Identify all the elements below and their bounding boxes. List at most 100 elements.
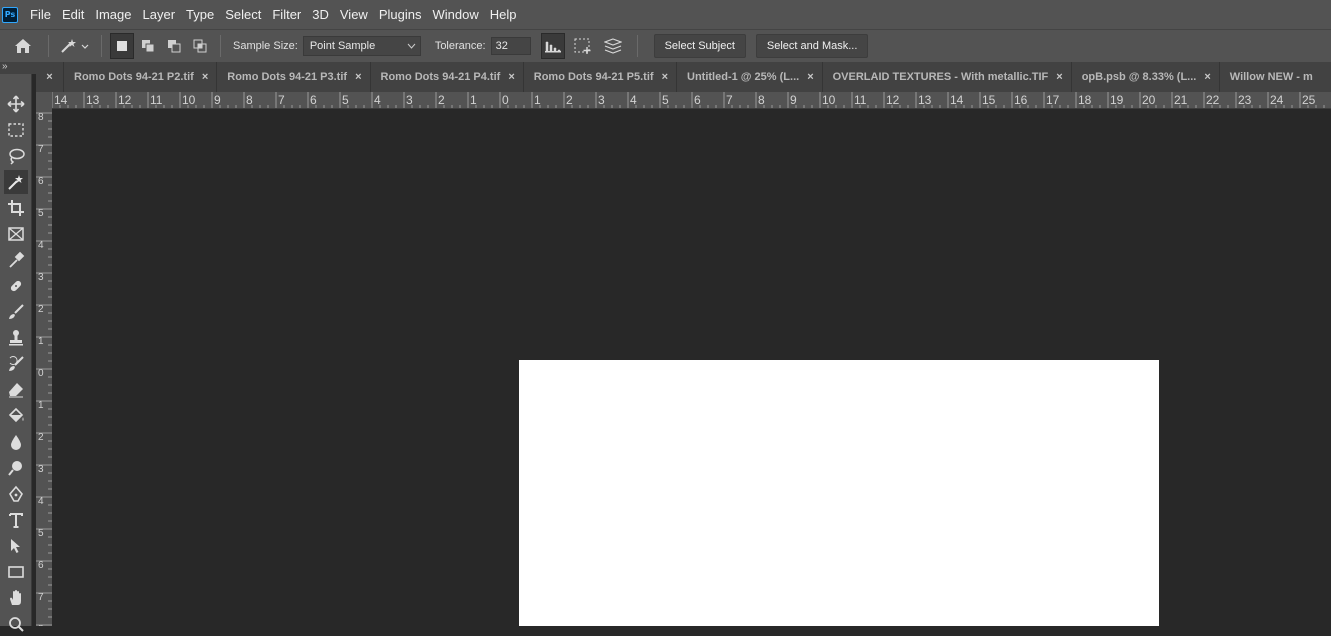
tools-panel	[0, 74, 32, 632]
ruler-label: 7	[38, 592, 44, 603]
sample-all-layers-toggle[interactable]	[601, 33, 625, 59]
menu-type[interactable]: Type	[186, 0, 214, 29]
ruler-label: 9	[214, 93, 221, 107]
menu-image[interactable]: Image	[95, 0, 131, 29]
eraser-icon[interactable]	[4, 378, 28, 402]
vertical-ruler[interactable]: 87654321012345678	[36, 109, 52, 626]
crop-icon[interactable]	[4, 196, 28, 220]
hand-icon[interactable]	[4, 586, 28, 610]
tolerance-label: Tolerance:	[434, 40, 486, 52]
contiguous-toggle[interactable]	[571, 33, 595, 59]
brush-icon[interactable]	[4, 300, 28, 324]
ruler-label: 12	[886, 93, 900, 107]
frame-icon[interactable]	[4, 222, 28, 246]
menu-layer[interactable]: Layer	[143, 0, 176, 29]
close-icon[interactable]: ×	[508, 71, 514, 83]
ruler-label: 24	[1270, 93, 1284, 107]
type-icon[interactable]	[4, 508, 28, 532]
magic-wand-icon[interactable]	[4, 170, 28, 194]
subtract-from-selection-mode-button[interactable]	[162, 33, 186, 59]
ruler-origin[interactable]	[36, 92, 52, 109]
move-icon[interactable]	[4, 92, 28, 116]
ruler-label: 4	[630, 93, 637, 107]
document-tab[interactable]: Romo Dots 94-21 P4.tif ×	[371, 62, 524, 92]
ruler-label: 13	[86, 93, 100, 107]
tool-preset-picker[interactable]	[57, 38, 93, 54]
close-icon[interactable]: ×	[202, 71, 208, 83]
ruler-label: 4	[374, 93, 381, 107]
document-tab[interactable]: Romo Dots 94-21 P5.tif ×	[524, 62, 677, 92]
ruler-label: 8	[38, 112, 44, 123]
menu-view[interactable]: View	[340, 0, 368, 29]
ruler-label: 6	[38, 176, 44, 187]
ruler-label: 2	[566, 93, 573, 107]
path-selection-icon[interactable]	[4, 534, 28, 558]
menu-window[interactable]: Window	[432, 0, 478, 29]
anti-alias-toggle[interactable]	[540, 33, 565, 59]
document-tab-partial[interactable]: ×	[36, 62, 64, 92]
collapse-toolbar-button[interactable]: »	[0, 62, 36, 74]
canvas-workspace[interactable]	[52, 109, 1331, 626]
close-icon[interactable]: ×	[46, 71, 52, 83]
blur-icon[interactable]	[4, 430, 28, 454]
tolerance-input[interactable]: 32	[490, 37, 531, 55]
close-icon[interactable]: ×	[807, 71, 813, 83]
ruler-label: 21	[1174, 93, 1188, 107]
new-selection-mode-button[interactable]	[110, 33, 134, 59]
tab-label: Romo Dots 94-21 P5.tif	[533, 71, 654, 83]
ruler-label: 0	[38, 368, 44, 379]
ruler-label: 2	[38, 304, 44, 315]
close-icon[interactable]: ×	[1056, 71, 1062, 83]
paint-bucket-icon[interactable]	[4, 404, 28, 428]
lasso-icon[interactable]	[4, 144, 28, 168]
dodge-icon[interactable]	[4, 456, 28, 480]
tab-label: Romo Dots 94-21 P4.tif	[380, 71, 501, 83]
tab-label: Willow NEW - m	[1229, 71, 1313, 83]
menu-3d[interactable]: 3D	[312, 0, 329, 29]
chevron-down-icon	[407, 43, 416, 49]
menu-edit[interactable]: Edit	[62, 0, 84, 29]
ruler-label: 5	[662, 93, 669, 107]
ruler-label: 6	[694, 93, 701, 107]
ruler-label: 4	[38, 240, 44, 251]
healing-brush-icon[interactable]	[4, 274, 28, 298]
ruler-label: 19	[1110, 93, 1124, 107]
document-tab[interactable]: Untitled-1 @ 25% (L... ×	[677, 62, 823, 92]
intersect-selection-mode-button[interactable]	[188, 33, 212, 59]
menu-help[interactable]: Help	[490, 0, 517, 29]
rectangle-icon[interactable]	[4, 560, 28, 584]
close-icon[interactable]: ×	[1204, 71, 1210, 83]
document-tab[interactable]: Romo Dots 94-21 P2.tif ×	[64, 62, 218, 92]
document-tab[interactable]: OVERLAID TEXTURES - With metallic.TIF ×	[823, 62, 1072, 92]
menu-filter[interactable]: Filter	[272, 0, 301, 29]
ruler-label: 1	[38, 336, 44, 347]
photoshop-logo-icon[interactable]: Ps	[2, 6, 18, 23]
add-to-selection-mode-button[interactable]	[136, 33, 160, 59]
ruler-label: 22	[1206, 93, 1220, 107]
menu-plugins[interactable]: Plugins	[379, 0, 422, 29]
history-brush-icon[interactable]	[4, 352, 28, 376]
ruler-label: 5	[342, 93, 349, 107]
ruler-label: 10	[822, 93, 836, 107]
zoom-icon[interactable]	[4, 612, 28, 636]
clone-stamp-icon[interactable]	[4, 326, 28, 350]
home-icon[interactable]	[6, 38, 40, 54]
document-tab[interactable]: opB.psb @ 8.33% (L... ×	[1072, 62, 1220, 92]
menu-select[interactable]: Select	[225, 0, 261, 29]
pen-icon[interactable]	[4, 482, 28, 506]
horizontal-ruler[interactable]: 14 13 12 11 10 9 8 7 6 5 4 3 2 1 0 1 2 3 4 5 6 7 8 9 10 11 12 13 14 1…	[36, 92, 1331, 109]
document-canvas[interactable]	[519, 360, 1159, 626]
document-tab[interactable]: Romo Dots 94-21 P3.tif ×	[217, 62, 371, 92]
close-icon[interactable]: ×	[662, 71, 668, 83]
close-icon[interactable]: ×	[355, 71, 361, 83]
select-subject-button[interactable]: Select Subject	[653, 34, 746, 58]
sample-size-dropdown[interactable]: Point Sample	[302, 36, 421, 56]
rectangular-marquee-icon[interactable]	[4, 118, 28, 142]
ruler-label: 6	[38, 560, 44, 571]
menu-file[interactable]: File	[30, 0, 51, 29]
ruler-label: 10	[182, 93, 196, 107]
tab-label: opB.psb @ 8.33% (L...	[1081, 71, 1197, 83]
document-tab[interactable]: Willow NEW - m	[1220, 62, 1329, 92]
eyedropper-icon[interactable]	[4, 248, 28, 272]
select-and-mask-button[interactable]: Select and Mask...	[755, 34, 869, 58]
